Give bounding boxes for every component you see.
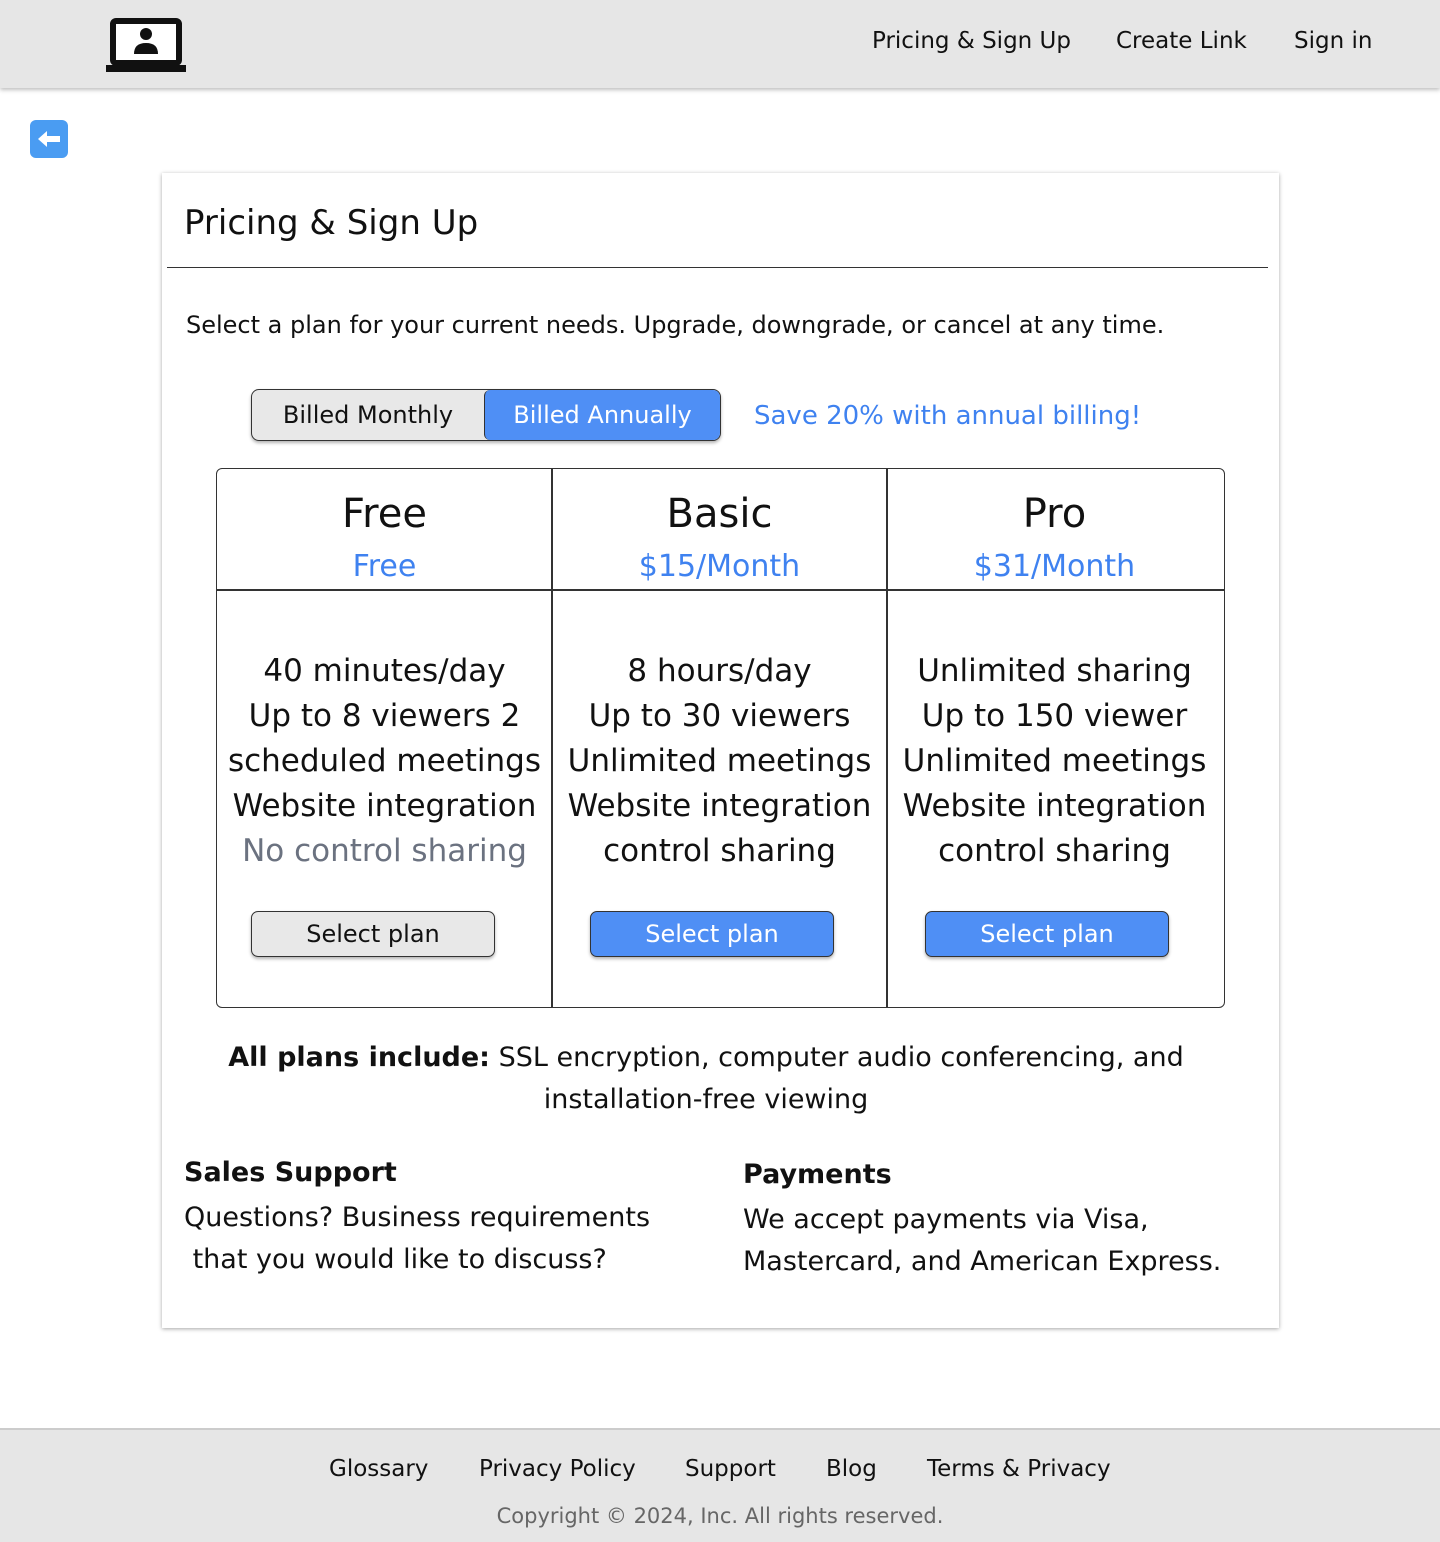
plan-name: Basic [666,491,773,537]
all-plans-include: All plans include: SSL encryption, compu… [192,1037,1220,1121]
billed-monthly-option[interactable]: Billed Monthly [252,390,484,440]
plan-price: Free [352,549,417,584]
plan-features: Unlimited sharing Up to 150 viewer Unlim… [887,649,1222,874]
feature-item: control sharing [603,833,836,869]
plan-price: $15/Month [638,549,801,584]
payments-title: Payments [743,1159,892,1190]
select-plan-pro-button[interactable]: Select plan [925,911,1169,957]
feature-item: Up to 30 viewers [588,698,851,734]
laptop-user-logo-icon[interactable] [106,18,186,74]
nav-sign-in-link[interactable]: Sign in [1294,28,1372,54]
feature-item: Unlimited meetings [567,743,872,779]
feature-item: No control sharing [242,833,527,869]
footer-glossary-link[interactable]: Glossary [329,1456,428,1482]
plan-column-basic: Basic $15/Month 8 hours/day Up to 30 vie… [552,469,887,1007]
feature-item: Website integration [232,788,537,824]
footer: Glossary Privacy Policy Support Blog Ter… [0,1428,1440,1542]
feature-item: control sharing [938,833,1171,869]
footer-support-link[interactable]: Support [685,1456,776,1482]
feature-item: Website integration [902,788,1207,824]
payments-line: Mastercard, and American Express. [743,1246,1222,1277]
plans-table: Free Free 40 minutes/day Up to 8 viewers… [216,468,1225,1008]
pricing-card: Pricing & Sign Up Select a plan for your… [162,173,1279,1328]
title-divider [167,267,1268,268]
all-plans-text: SSL encryption, computer audio conferenc… [489,1042,1184,1073]
plan-name: Pro [1022,491,1087,537]
feature-item: scheduled meetings [227,743,542,779]
select-plan-basic-button[interactable]: Select plan [590,911,834,957]
nav-create-link[interactable]: Create Link [1116,28,1247,54]
nav-pricing-link[interactable]: Pricing & Sign Up [872,28,1071,54]
page-title: Pricing & Sign Up [184,203,479,243]
plan-features: 8 hours/day Up to 30 viewers Unlimited m… [552,649,887,874]
copyright-text: Copyright © 2024, Inc. All rights reserv… [496,1504,944,1528]
billed-annually-option[interactable]: Billed Annually [484,390,720,440]
plan-column-pro: Pro $31/Month Unlimited sharing Up to 15… [887,469,1222,1007]
sales-support-line: Questions? Business requirements [184,1202,651,1233]
plan-name: Free [342,491,427,537]
feature-item: Website integration [567,788,872,824]
select-plan-free-button[interactable]: Select plan [251,911,495,957]
plan-features: 40 minutes/day Up to 8 viewers 2 schedul… [217,649,552,874]
payments-line: We accept payments via Visa, [743,1204,1149,1235]
intro-text: Select a plan for your current needs. Up… [186,311,1165,339]
payments-text: We accept payments via Visa, Mastercard,… [743,1199,1221,1283]
back-arrow-button[interactable] [30,120,68,158]
plan-column-free: Free Free 40 minutes/day Up to 8 viewers… [217,469,552,1007]
plan-price: $31/Month [973,549,1136,584]
feature-item: Up to 150 viewer [921,698,1188,734]
feature-item: Unlimited meetings [902,743,1207,779]
footer-privacy-policy-link[interactable]: Privacy Policy [479,1456,636,1482]
all-plans-label: All plans include: [228,1042,490,1073]
top-nav-bar: Pricing & Sign Up Create Link Sign in [0,0,1440,88]
feature-item: Up to 8 viewers 2 [248,698,521,734]
feature-item: Unlimited sharing [917,653,1192,689]
sales-support-line: that you would like to discuss? [184,1244,607,1275]
sales-support-text: Questions? Business requirements that yo… [184,1197,650,1281]
annual-savings-note: Save 20% with annual billing! [754,401,1142,431]
sales-support-title: Sales Support [184,1157,397,1188]
all-plans-text: installation-free viewing [543,1084,869,1115]
left-arrow-icon [38,131,60,147]
footer-terms-privacy-link[interactable]: Terms & Privacy [927,1456,1111,1482]
billing-toggle: Billed Monthly Billed Annually [251,389,721,441]
feature-item: 40 minutes/day [263,653,506,689]
footer-blog-link[interactable]: Blog [826,1456,877,1482]
feature-item: 8 hours/day [627,653,812,689]
